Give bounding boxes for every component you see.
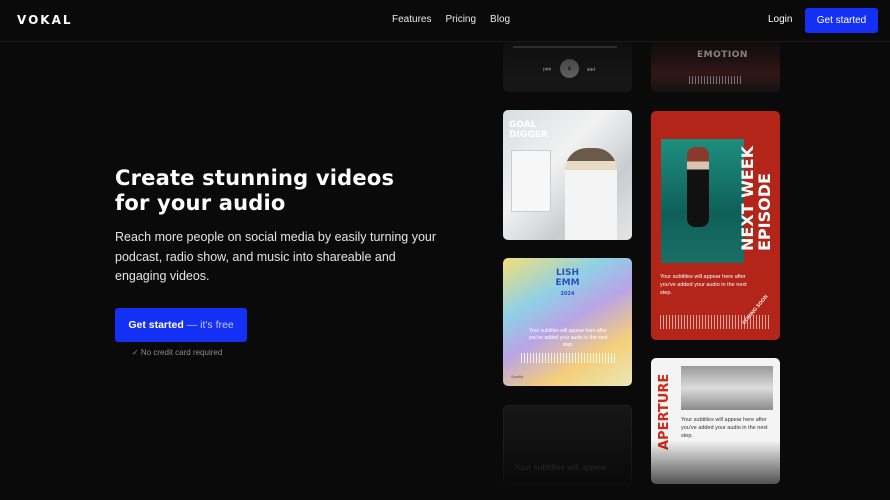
aperture-video-card: APERTURE Your subtitles will appear here… xyxy=(651,358,780,484)
person-image xyxy=(565,148,617,240)
waveform xyxy=(660,315,770,329)
skip-forward-icon: ⏭ xyxy=(587,64,596,74)
hero-title-line2: for your audio xyxy=(115,191,286,215)
goal-digger-title-line2: DIGGER xyxy=(509,130,548,140)
get-started-nav-button[interactable]: Get started xyxy=(805,8,878,33)
nav-features-link[interactable]: Features xyxy=(392,14,431,25)
next-week-subtitle: Your subtitles will appear here after yo… xyxy=(660,274,747,296)
dark-video-card: Your subtitles will appear xyxy=(503,405,632,485)
hero-title-line1: Create stunning videos xyxy=(115,166,395,190)
audio-player-card: ⏮ ⏸ ⏭ xyxy=(503,42,632,92)
no-credit-card-note: ✓ No credit card required xyxy=(132,348,223,357)
dark-card-subtitle: Your subtitles will appear xyxy=(514,462,608,472)
lish-emm-title-line1: LISH xyxy=(555,268,580,278)
goal-digger-title-line1: GOAL xyxy=(509,120,537,130)
emotion-title: EMOTION xyxy=(697,50,748,60)
hero-cta-label: Get started xyxy=(128,319,184,331)
goal-digger-title: GOAL DIGGER xyxy=(509,120,548,140)
next-week-episode-title: NEXT WEEK EPISODE xyxy=(738,146,774,251)
hero-section: Create stunning videos for your audio Re… xyxy=(115,166,445,287)
nav-links: Features Pricing Blog xyxy=(392,14,510,25)
lish-emm-title-line2: EMM xyxy=(555,278,580,288)
next-week-title-line2: EPISODE xyxy=(755,173,774,251)
aperture-subtitle: Your subtitles will appear here after yo… xyxy=(681,417,768,439)
logo[interactable]: VOKAL xyxy=(17,13,73,27)
skip-back-icon: ⏮ xyxy=(543,64,552,74)
login-link[interactable]: Login xyxy=(768,14,792,25)
spotify-label: Spotify xyxy=(511,374,524,379)
hero-cta-sublabel: — it's free xyxy=(186,319,234,331)
next-week-episode-card: NEXT WEEK EPISODE Your subtitles will ap… xyxy=(651,111,780,340)
waveform xyxy=(521,353,615,363)
whiteboard-image xyxy=(511,150,551,212)
get-started-free-button[interactable]: Get started — it's free xyxy=(115,308,247,342)
nav-blog-link[interactable]: Blog xyxy=(490,14,510,25)
emotion-video-card: EMOTION xyxy=(651,42,780,92)
street-photo xyxy=(681,366,773,410)
top-navbar: VOKAL Features Pricing Blog Login Get st… xyxy=(0,0,890,42)
goal-digger-video-card: GOAL DIGGER xyxy=(503,110,632,240)
person-figure xyxy=(687,147,709,227)
progress-bar xyxy=(513,46,617,48)
lish-emm-title: LISH EMM 2024 xyxy=(503,268,632,299)
hero-description: Reach more people on social media by eas… xyxy=(115,230,437,283)
lish-emm-subtitle: Your subtitles will appear here after yo… xyxy=(528,328,608,348)
waveform xyxy=(689,76,743,84)
hero-title: Create stunning videos for your audio xyxy=(115,166,445,216)
aperture-title: APERTURE xyxy=(657,373,672,450)
nav-pricing-link[interactable]: Pricing xyxy=(445,14,476,25)
pause-icon: ⏸ xyxy=(560,59,579,78)
lish-emm-year: 2024 xyxy=(560,291,575,297)
lish-emm-video-card: LISH EMM 2024 Your subtitles will appear… xyxy=(503,258,632,386)
